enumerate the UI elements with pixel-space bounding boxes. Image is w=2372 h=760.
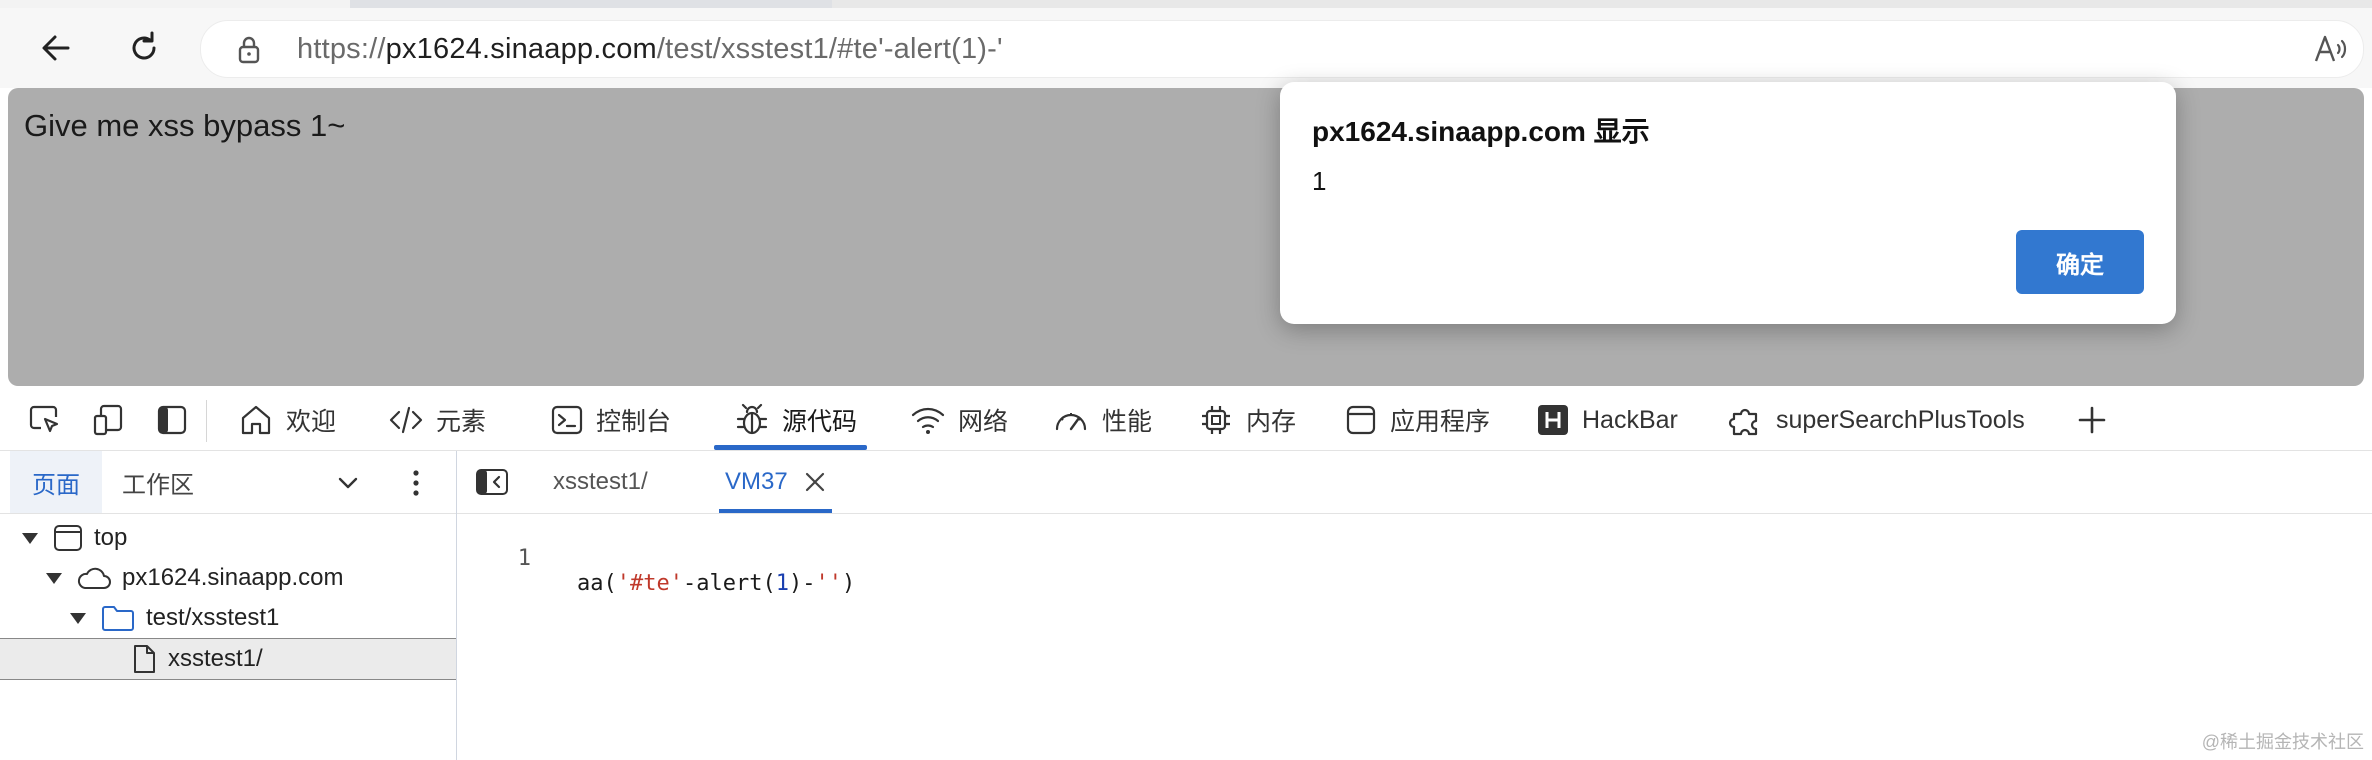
dock-side-icon[interactable] [152,400,192,440]
close-icon[interactable] [804,471,826,493]
watermark: @稀土掘金技术社区 [2201,732,2364,752]
code-text[interactable]: aa('#te'-alert(1)-'') [577,571,855,596]
tab-sources[interactable]: 源代码 [714,390,868,450]
tab-console[interactable]: 控制台 [550,390,671,450]
browser-tab[interactable] [0,0,350,8]
frame-icon [54,525,82,551]
sources-editor: xsstest1/ VM37 1 aa('#te'-alert(1)-'') [457,451,2372,760]
tab-performance[interactable]: 性能 [1052,390,1152,450]
tab-hackbar[interactable]: HackBar [1536,390,1678,450]
code-tag-icon [389,406,423,434]
hackbar-h-icon [1538,405,1568,435]
read-aloud-icon[interactable] [2313,33,2349,70]
tab-welcome[interactable]: 欢迎 [238,390,336,450]
tab-network-label: 网络 [958,408,1009,436]
tab-pages[interactable]: 页面 [10,451,102,513]
tab-application-label: 应用程序 [1390,408,1491,436]
tab-performance-label: 性能 [1102,408,1153,436]
refresh-button[interactable] [118,22,170,74]
tab-strip [0,0,2372,8]
alert-message: 1 [1312,166,1327,196]
sources-navigator: 页面 工作区 top px1624.sinaapp.com test/xsste… [0,451,457,760]
expand-triangle-icon[interactable] [70,612,86,624]
chip-icon [1202,406,1230,434]
tree-item-label: test/xsstest1 [146,604,280,631]
console-icon [551,405,583,435]
more-options-icon[interactable] [396,463,436,503]
home-icon [241,405,271,435]
back-arrow-icon [42,35,70,61]
app-window-icon [1346,405,1376,435]
tree-item-top[interactable]: top [0,518,478,558]
tab-welcome-label: 欢迎 [286,408,337,436]
browser-tab-inactive[interactable] [832,0,2372,8]
cloud-icon [77,567,111,589]
tab-memory-label: 内存 [1246,408,1297,436]
folder-icon [102,606,134,631]
expand-triangle-icon[interactable] [22,532,38,544]
tab-hackbar-label: HackBar [1582,405,1678,434]
editor-tab-bar: xsstest1/ VM37 [457,451,2372,514]
alert-ok-button[interactable]: 确定 [2016,230,2144,294]
file-icon [134,645,155,673]
code-line[interactable]: 1 aa('#te'-alert(1)-'') [457,521,855,596]
editor-tab-label: VM37 [725,468,788,495]
tree-item-label: xsstest1/ [168,645,263,672]
toggle-navigator-icon[interactable] [475,467,509,502]
more-tools-plus-button[interactable] [2072,400,2112,440]
tab-supersearchplustools-label: superSearchPlusTools [1776,405,2025,434]
alert-title: px1624.sinaapp.com 显示 [1312,116,1650,147]
tree-item-label: top [94,524,128,551]
navigator-header: 页面 工作区 [0,451,456,514]
lock-icon[interactable] [235,35,263,70]
chevron-down-icon[interactable] [328,463,368,503]
editor-tab-vm37[interactable]: VM37 [719,451,832,513]
tab-sources-label: 源代码 [782,408,858,436]
tree-item-folder[interactable]: test/xsstest1 [0,598,526,638]
tab-console-label: 控制台 [596,408,672,436]
editor-tab-xsstest1[interactable]: xsstest1/ [553,451,648,513]
bug-icon [736,403,768,435]
inspect-element-icon[interactable] [24,400,64,440]
refresh-icon [132,31,156,60]
address-bar[interactable]: https://px1624.sinaapp.com/test/xsstest1… [200,20,2364,78]
url-text[interactable]: https://px1624.sinaapp.com/test/xsstest1… [297,33,1003,66]
toolbar-divider [206,400,207,442]
tab-network[interactable]: 网络 [910,390,1008,450]
tab-memory[interactable]: 内存 [1198,390,1296,450]
active-tab-indicator [714,445,868,450]
tree-item-domain[interactable]: px1624.sinaapp.com [0,558,502,598]
tree-item-file[interactable]: xsstest1/ [0,638,456,680]
back-button[interactable] [30,22,82,74]
plus-icon [2078,406,2106,434]
expand-triangle-icon[interactable] [46,572,62,584]
devtools-tab-bar: 欢迎 元素 控制台 源代码 网络 性能 内存 应用程序 HackBar supe… [0,390,2372,451]
page-body-text: Give me xss bypass 1~ [24,108,346,143]
tab-application[interactable]: 应用程序 [1344,390,1490,450]
tab-supersearchplustools[interactable]: superSearchPlusTools [1728,390,2025,450]
device-emulation-icon[interactable] [88,400,128,440]
line-number[interactable]: 1 [457,546,531,571]
gauge-icon [1055,413,1087,431]
tree-item-label: px1624.sinaapp.com [122,564,344,591]
browser-toolbar: https://px1624.sinaapp.com/test/xsstest1… [0,8,2372,88]
wifi-icon [911,407,945,434]
alert-dialog: px1624.sinaapp.com 显示 1 确定 [1280,82,2176,324]
active-tab-indicator [719,509,832,513]
tab-workspace[interactable]: 工作区 [122,451,194,513]
tab-elements[interactable]: 元素 [388,390,486,450]
puzzle-icon [1728,408,1758,436]
tab-elements-label: 元素 [436,408,487,436]
